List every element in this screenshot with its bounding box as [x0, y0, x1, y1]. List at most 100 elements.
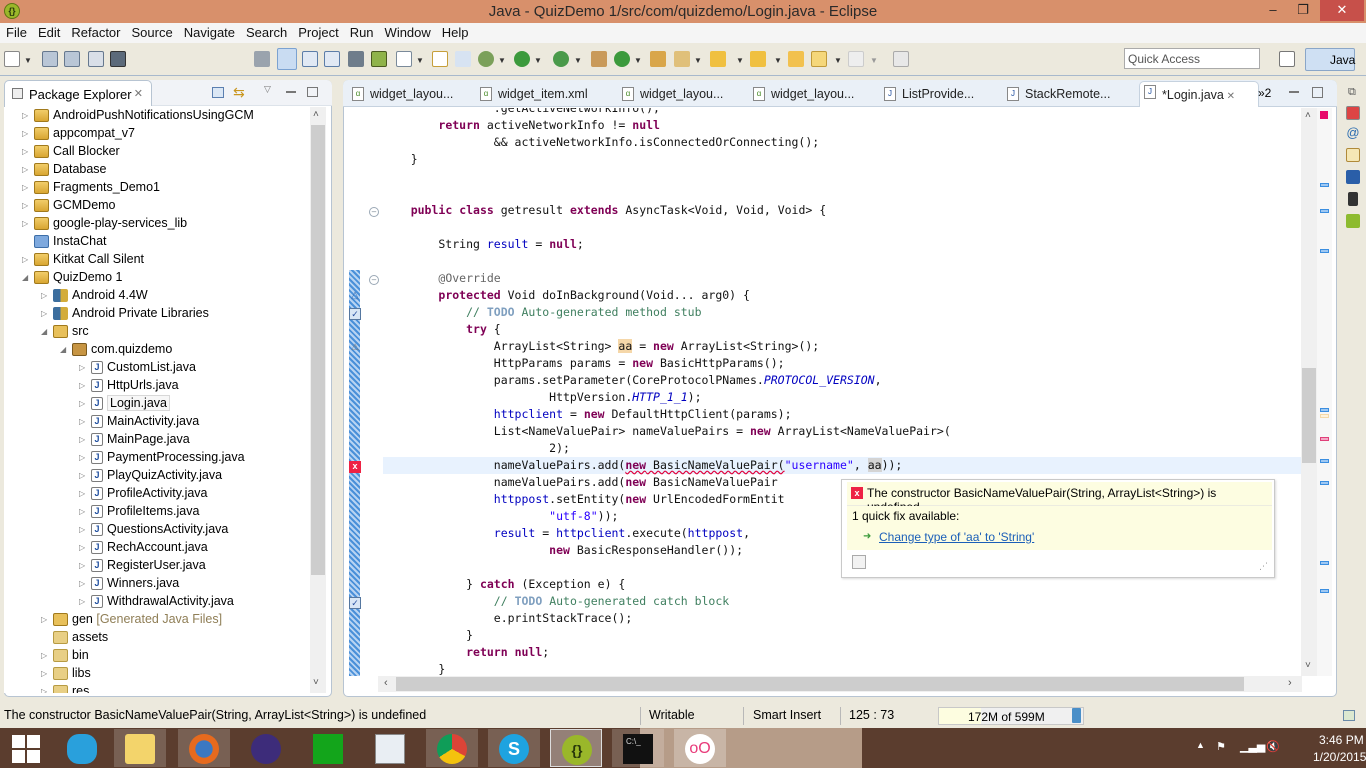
tree-item[interactable]: ◢ com.quizdemo: [60, 342, 172, 360]
overview-marker[interactable]: [1320, 589, 1329, 593]
external-tools-icon[interactable]: [553, 51, 569, 67]
quick-access-input[interactable]: Quick Access: [1124, 48, 1260, 69]
open-type-icon[interactable]: [650, 51, 666, 67]
fold-toggle-icon[interactable]: –: [369, 275, 379, 285]
scrollbar-thumb[interactable]: [1302, 368, 1316, 463]
code-editor[interactable]: .getActiveNetworkInfo(); return activeNe…: [383, 108, 1301, 676]
expanded-twisty-icon[interactable]: ◢: [41, 327, 53, 336]
collapsed-twisty-icon[interactable]: ▷: [79, 471, 91, 480]
taskbar-flickr[interactable]: oO: [674, 729, 726, 767]
scrollbar-thumb[interactable]: [311, 125, 325, 575]
network-signal-icon[interactable]: ▁▃▅: [1240, 740, 1265, 753]
taskbar-command-prompt[interactable]: C:\_: [612, 729, 664, 767]
scroll-left-icon[interactable]: ‹: [384, 677, 388, 689]
scroll-up-icon[interactable]: ˄: [1305, 110, 1311, 121]
collapsed-twisty-icon[interactable]: ▷: [79, 597, 91, 606]
save-all-icon[interactable]: [64, 51, 80, 67]
tree-item[interactable]: ▷ Call Blocker: [22, 144, 120, 162]
maximize-editor-icon[interactable]: [1312, 87, 1323, 98]
collapsed-twisty-icon[interactable]: ▷: [79, 489, 91, 498]
tree-item[interactable]: InstaChat: [22, 234, 107, 252]
taskbar-windows-store[interactable]: [302, 729, 354, 767]
menu-file[interactable]: File: [0, 23, 32, 40]
taskbar-chrome[interactable]: [426, 729, 478, 767]
tree-item[interactable]: ▷ J MainActivity.java: [79, 414, 199, 432]
external-tools-dropdown-icon[interactable]: ▼: [574, 56, 582, 65]
menu-run[interactable]: Run: [344, 23, 379, 40]
collapse-all-icon[interactable]: [212, 87, 224, 98]
tree-item[interactable]: ▷ Android 4.4W: [41, 288, 148, 306]
run-dropdown-icon[interactable]: ▼: [534, 56, 542, 65]
package-explorer-tab[interactable]: Package Explorer ✕: [4, 80, 152, 106]
collapsed-twisty-icon[interactable]: ▷: [22, 129, 34, 138]
start-button[interactable]: [0, 729, 52, 767]
collapsed-twisty-icon[interactable]: ▷: [41, 687, 53, 693]
collapsed-twisty-icon[interactable]: ▷: [22, 147, 34, 156]
editor-tab[interactable]: J StackRemote...: [1003, 84, 1110, 105]
debug-icon[interactable]: [478, 51, 494, 67]
expanded-twisty-icon[interactable]: ◢: [22, 273, 34, 282]
skip-breakpoints-icon[interactable]: [455, 51, 471, 67]
tree-item[interactable]: ▷ J PlayQuizActivity.java: [79, 468, 222, 486]
toggle-block-selection-icon[interactable]: [302, 51, 318, 67]
editor-tab[interactable]: ɑ widget_layou...: [749, 84, 854, 105]
editor-vertical-scrollbar[interactable]: ˄ ˅: [1301, 108, 1317, 676]
collapsed-twisty-icon[interactable]: ▷: [41, 309, 53, 318]
tree-item[interactable]: assets: [41, 630, 108, 648]
collapsed-twisty-icon[interactable]: ▷: [79, 381, 91, 390]
taskbar-remote-desktop[interactable]: [364, 729, 416, 767]
overview-marker[interactable]: [1320, 183, 1329, 187]
pin-editor-icon[interactable]: [893, 51, 909, 67]
collapsed-twisty-icon[interactable]: ▷: [22, 183, 34, 192]
tree-item[interactable]: ▷ J MainPage.java: [79, 432, 190, 450]
show-whitespace-icon[interactable]: [324, 51, 340, 67]
expanded-twisty-icon[interactable]: ◢: [60, 345, 72, 354]
tree-item[interactable]: ▷ J ProfileItems.java: [79, 504, 199, 522]
collapsed-twisty-icon[interactable]: ▷: [79, 399, 91, 408]
minimize-editor-icon[interactable]: [1289, 91, 1299, 93]
previous-annotation-icon[interactable]: [750, 51, 766, 67]
restore-trim-icon[interactable]: ⧉: [1348, 86, 1356, 99]
tree-item[interactable]: ▷ J RechAccount.java: [79, 540, 208, 558]
collapsed-twisty-icon[interactable]: ▷: [79, 435, 91, 444]
package-tree-scrollbar[interactable]: ˄ ˅: [310, 107, 326, 693]
collapsed-twisty-icon[interactable]: ▷: [41, 615, 53, 624]
overview-marker[interactable]: [1320, 408, 1329, 412]
quick-fix-link[interactable]: Change type of 'aa' to 'String': [879, 530, 1034, 544]
tree-item[interactable]: ▷ gen [Generated Java Files]: [41, 612, 222, 630]
tree-item[interactable]: ▷ J Winners.java: [79, 576, 179, 594]
collapsed-twisty-icon[interactable]: ▷: [22, 201, 34, 210]
collapsed-twisty-icon[interactable]: ▷: [79, 453, 91, 462]
tree-item[interactable]: ▷ J Login.java: [79, 395, 170, 414]
run-icon[interactable]: [514, 51, 530, 67]
debug-dropdown-icon[interactable]: ▼: [498, 56, 506, 65]
editor-horizontal-scrollbar[interactable]: ‹ ›: [378, 676, 1302, 692]
java-perspective-button[interactable]: Java: [1305, 48, 1355, 71]
scroll-right-icon[interactable]: ›: [1288, 677, 1292, 689]
problems-view-icon[interactable]: [1346, 106, 1360, 120]
tree-item[interactable]: ▷ google-play-services_lib: [22, 216, 187, 234]
menu-edit[interactable]: Edit: [32, 23, 65, 40]
back-dropdown-icon[interactable]: ▼: [834, 56, 842, 65]
toggle-mark-occurrences-icon[interactable]: [277, 48, 297, 70]
android-sdk-manager-icon[interactable]: [348, 51, 364, 67]
previous-annotation-dropdown-icon[interactable]: ▼: [774, 56, 782, 65]
editor-tab[interactable]: ɑ widget_item.xml: [476, 84, 588, 105]
javadoc-view-icon[interactable]: @: [1346, 126, 1360, 140]
tree-item[interactable]: ▷ Kitkat Call Silent: [22, 252, 144, 270]
collapsed-twisty-icon[interactable]: ▷: [79, 525, 91, 534]
scroll-up-icon[interactable]: ˄: [313, 109, 319, 120]
editor-tab[interactable]: ɑ widget_layou...: [348, 84, 453, 105]
tree-item[interactable]: ▷ appcompat_v7: [22, 126, 135, 144]
collapsed-twisty-icon[interactable]: ▷: [41, 669, 53, 678]
collapsed-twisty-icon[interactable]: ▷: [79, 561, 91, 570]
show-hidden-icons[interactable]: ▲: [1196, 740, 1205, 750]
link-with-editor-icon[interactable]: ⇆: [233, 84, 245, 101]
tree-item[interactable]: ▷ Fragments_Demo1: [22, 180, 160, 198]
collapsed-twisty-icon[interactable]: ▷: [22, 165, 34, 174]
collapsed-twisty-icon[interactable]: ▷: [22, 219, 34, 228]
new-wizard-icon[interactable]: [4, 51, 20, 67]
menu-source[interactable]: Source: [126, 23, 178, 40]
minimize-button[interactable]: –: [1258, 0, 1288, 21]
taskbar-internet-explorer[interactable]: [56, 729, 108, 767]
